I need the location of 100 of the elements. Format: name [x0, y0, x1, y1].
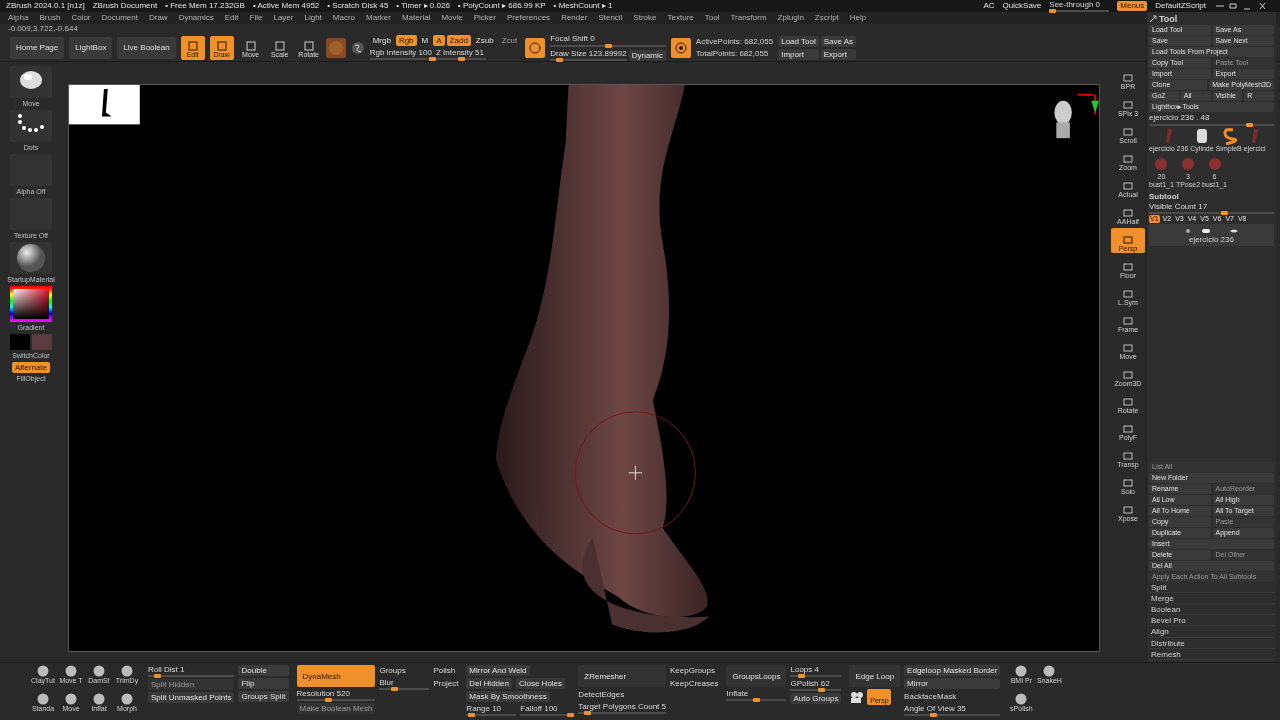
- file-button[interactable]: Load Tool: [778, 35, 819, 47]
- thumbnail-tile[interactable]: [10, 66, 52, 98]
- slider[interactable]: Z Intensity 51: [435, 47, 486, 61]
- thumbnail-tile[interactable]: [10, 242, 52, 275]
- slider-thumb[interactable]: [325, 698, 333, 703]
- button[interactable]: Mirror And Weld: [466, 665, 530, 676]
- subtool-item[interactable]: ejercicio 236: [1149, 224, 1274, 247]
- slider-thumb[interactable]: [468, 713, 476, 718]
- slider[interactable]: Target Polygons Count 5: [578, 702, 666, 715]
- button[interactable]: Auto Groups: [790, 693, 842, 705]
- button[interactable]: Zadd: [446, 34, 471, 46]
- slider-thumb[interactable]: [428, 57, 436, 62]
- slider-thumb[interactable]: [753, 698, 761, 703]
- dynamic-button[interactable]: Dynamic: [628, 49, 666, 61]
- slider[interactable]: Visible Count 17: [1149, 201, 1274, 215]
- secondary-color-swatch[interactable]: [32, 334, 52, 351]
- toolbar-label[interactable]: DetectEdges: [578, 689, 666, 701]
- menu-item[interactable]: Alpha: [8, 13, 29, 23]
- slider[interactable]: Range 10: [466, 704, 517, 717]
- button[interactable]: Del Hidden: [466, 678, 512, 689]
- menu-item[interactable]: Brush: [39, 13, 61, 23]
- nav-button[interactable]: Live Boolean: [117, 36, 176, 59]
- button[interactable]: Mask By Smoothness: [466, 691, 550, 702]
- menu-item[interactable]: Picker: [473, 13, 496, 23]
- toolbar-label[interactable]: Project: [433, 678, 459, 690]
- panel-section-item[interactable]: Split: [1149, 582, 1274, 593]
- slider[interactable]: GPolish 62: [790, 679, 842, 692]
- menu-item[interactable]: Preferences: [507, 13, 551, 23]
- menu-item[interactable]: Draw: [148, 13, 168, 23]
- menu-item[interactable]: Marker: [366, 13, 391, 23]
- menu-item[interactable]: Stencil: [598, 13, 623, 23]
- slider-thumb[interactable]: [605, 43, 612, 48]
- button[interactable]: ZRemesher: [578, 665, 666, 687]
- slider-thumb[interactable]: [153, 674, 161, 679]
- button[interactable]: GroupsLoops: [726, 665, 787, 687]
- panel-section-item[interactable]: Remesh: [1149, 649, 1274, 660]
- toolbar-label[interactable]: DefaultZScript: [1155, 1, 1206, 11]
- toolbar-label[interactable]: Polish: [433, 665, 459, 677]
- slider[interactable]: Draw Size 123.89992: [550, 48, 627, 61]
- menu-item[interactable]: Material: [401, 13, 431, 23]
- slider-thumb[interactable]: [556, 57, 564, 62]
- toolbar-label[interactable]: QuickSave: [1002, 1, 1042, 11]
- button[interactable]: Double: [238, 665, 289, 676]
- menu-item[interactable]: Help: [849, 13, 867, 23]
- menu-item[interactable]: Zscript: [814, 13, 839, 23]
- button[interactable]: Close Holes: [515, 678, 566, 689]
- panel-section-item[interactable]: Distribute: [1149, 638, 1274, 649]
- button[interactable]: M: [418, 34, 432, 46]
- file-button[interactable]: Save As: [820, 35, 857, 47]
- slider-thumb[interactable]: [1246, 122, 1253, 127]
- button[interactable]: Groups Split: [238, 691, 289, 702]
- button[interactable]: DynaMesh: [296, 665, 376, 687]
- slider-thumb[interactable]: [1049, 9, 1057, 14]
- button[interactable]: Edge Loop: [849, 665, 901, 687]
- menu-item[interactable]: Stroke: [633, 13, 657, 23]
- panel-section-item[interactable]: Bevel Pro: [1149, 616, 1274, 627]
- slider-thumb[interactable]: [818, 688, 826, 693]
- menu-item[interactable]: Edit: [224, 13, 239, 23]
- menu-item[interactable]: Macro: [332, 13, 356, 23]
- menu-item[interactable]: Tool: [704, 13, 720, 23]
- nav-button[interactable]: LightBox: [69, 36, 113, 59]
- button[interactable]: Split Unmasked Points: [148, 692, 235, 704]
- toolbar-label[interactable]: KeepCreases: [669, 678, 719, 690]
- file-button[interactable]: Export: [820, 48, 857, 60]
- button[interactable]: Mirror: [904, 678, 1001, 689]
- slider-thumb[interactable]: [458, 57, 466, 62]
- slider-thumb[interactable]: [1221, 211, 1228, 216]
- slider[interactable]: Inflate: [726, 689, 787, 702]
- button[interactable]: Mrgb: [369, 34, 394, 46]
- menu-item[interactable]: Dynamics: [178, 13, 214, 23]
- slider-thumb[interactable]: [567, 713, 575, 718]
- file-button[interactable]: Import: [778, 48, 819, 60]
- slider[interactable]: Angle Of View 35: [904, 704, 1001, 717]
- menu-item[interactable]: Render: [561, 13, 588, 23]
- slider-thumb[interactable]: [584, 711, 592, 716]
- color-picker[interactable]: [10, 286, 52, 323]
- nav-button[interactable]: Home Page: [10, 36, 65, 59]
- alternate-button[interactable]: Alternate: [12, 362, 50, 374]
- button[interactable]: Flip: [238, 678, 289, 689]
- button[interactable]: Zsub: [472, 34, 497, 46]
- slider[interactable]: Blur: [379, 678, 430, 691]
- toolbar-label[interactable]: Groups: [379, 665, 430, 677]
- toolbar-label[interactable]: KeepGroups: [669, 665, 719, 677]
- menu-item[interactable]: Transform: [730, 13, 767, 23]
- panel-section-item[interactable]: Boolean: [1149, 605, 1274, 616]
- slider[interactable]: Loops 4: [790, 665, 842, 678]
- button[interactable]: A: [433, 34, 445, 46]
- button[interactable]: Menus: [1117, 1, 1148, 11]
- button[interactable]: Edgeloop Masked Border: [904, 665, 1001, 676]
- slider-thumb[interactable]: [391, 687, 399, 692]
- slider-thumb[interactable]: [930, 713, 937, 718]
- menu-item[interactable]: Light: [304, 13, 322, 23]
- slider-thumb[interactable]: [797, 674, 805, 679]
- menu-item[interactable]: Document: [101, 13, 138, 23]
- menu-item[interactable]: Texture: [667, 13, 694, 23]
- toolbar-label[interactable]: AC: [983, 1, 995, 11]
- slider[interactable]: Falloff 100: [520, 704, 571, 717]
- slider[interactable]: Focal Shift 0: [550, 34, 666, 47]
- menu-item[interactable]: Zplugin: [777, 13, 804, 23]
- slider[interactable]: Rgb Intensity 100: [369, 47, 432, 61]
